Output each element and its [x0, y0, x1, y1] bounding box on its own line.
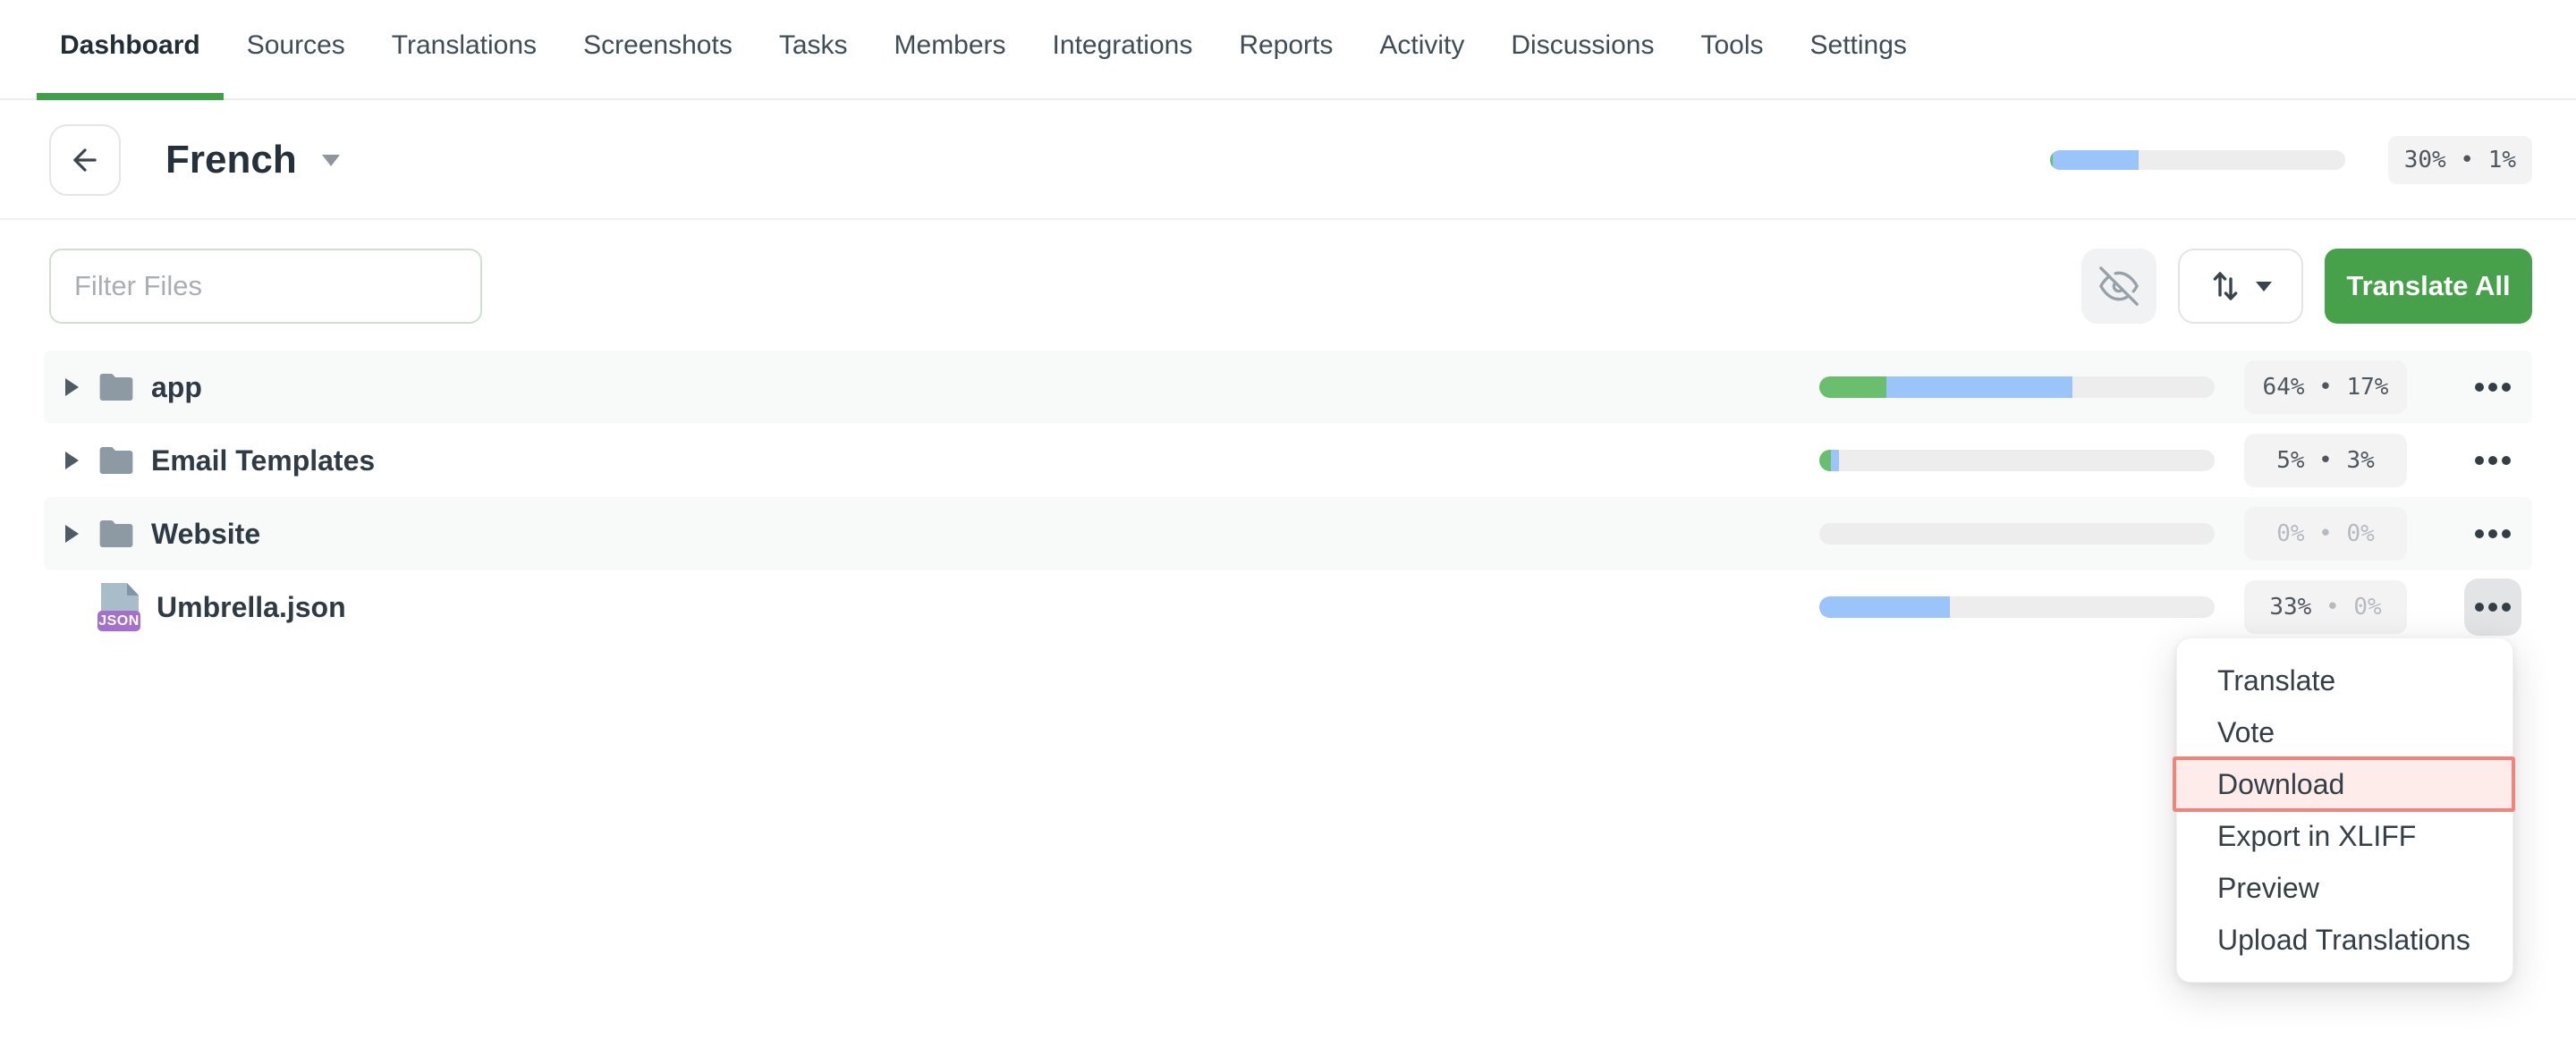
row-menu-button[interactable] — [2464, 505, 2521, 562]
badge-separator: • — [2305, 374, 2347, 401]
progress-translated-segment — [1831, 450, 1839, 471]
progress-approved-segment — [1819, 376, 1886, 398]
file-list: app 64% • 17% Email Templates — [44, 351, 2532, 644]
row-progress-badge: 0% • 0% — [2244, 507, 2407, 561]
file-name[interactable]: app — [151, 371, 202, 404]
folder-icon — [97, 371, 135, 403]
file-name[interactable]: Website — [151, 518, 260, 551]
row-menu-button[interactable] — [2464, 359, 2521, 416]
row-progress-bar — [1819, 523, 2215, 545]
files-toolbar: Translate All — [0, 222, 2576, 351]
folder-icon — [97, 518, 135, 550]
context-menu: TranslateVoteDownloadExport in XLIFFPrev… — [2176, 638, 2513, 983]
sort-arrows-icon — [2209, 268, 2241, 304]
badge-separator: • — [2305, 520, 2347, 547]
expand-caret-icon[interactable] — [65, 452, 79, 469]
menu-item-upload-translations[interactable]: Upload Translations — [2177, 914, 2512, 966]
ellipsis-icon — [2475, 603, 2484, 612]
row-right-group: 33% • 0% — [1819, 579, 2521, 636]
top-nav: DashboardSourcesTranslationsScreenshotsT… — [0, 0, 2576, 100]
translated-percent: 64% — [2263, 374, 2305, 401]
menu-item-download[interactable]: Download — [2173, 756, 2515, 812]
progress-translated-segment — [1886, 376, 2072, 398]
json-file-icon: JSON — [97, 583, 140, 631]
back-button[interactable] — [49, 124, 121, 196]
nav-item-activity[interactable]: Activity — [1356, 0, 1487, 100]
arrow-left-icon — [68, 143, 102, 177]
translate-all-button[interactable]: Translate All — [2325, 249, 2532, 324]
row-menu-button[interactable] — [2464, 579, 2521, 636]
chevron-down-icon[interactable] — [322, 155, 340, 166]
approved-percent: 1% — [2488, 147, 2516, 173]
menu-item-preview[interactable]: Preview — [2177, 862, 2512, 914]
row-progress-bar — [1819, 596, 2215, 618]
row-menu-button[interactable] — [2464, 432, 2521, 489]
ellipsis-icon — [2475, 456, 2484, 465]
main-nav-list: DashboardSourcesTranslationsScreenshotsT… — [0, 0, 2576, 100]
toggle-hidden-files-button[interactable] — [2081, 249, 2157, 324]
nav-item-members[interactable]: Members — [871, 0, 1030, 100]
file-row-app[interactable]: app 64% • 17% — [44, 351, 2532, 424]
approved-percent: 17% — [2346, 374, 2388, 401]
file-row-website[interactable]: Website 0% • 0% — [44, 497, 2532, 570]
folder-icon — [97, 444, 135, 477]
translated-percent: 33% — [2269, 594, 2311, 621]
nav-item-reports[interactable]: Reports — [1216, 0, 1356, 100]
menu-item-vote[interactable]: Vote — [2177, 706, 2512, 758]
nav-item-tools[interactable]: Tools — [1677, 0, 1786, 100]
nav-item-dashboard[interactable]: Dashboard — [37, 0, 224, 100]
row-right-group: 64% • 17% — [1819, 359, 2521, 416]
file-name[interactable]: Umbrella.json — [157, 591, 346, 624]
approved-percent: 0% — [2346, 520, 2374, 547]
nav-item-sources[interactable]: Sources — [224, 0, 369, 100]
chevron-down-icon — [2256, 282, 2272, 291]
file-name[interactable]: Email Templates — [151, 444, 375, 477]
progress-translated-segment — [2053, 150, 2139, 170]
eye-off-icon — [2099, 266, 2139, 306]
progress-approved-segment — [1819, 450, 1831, 471]
nav-item-settings[interactable]: Settings — [1787, 0, 1930, 100]
expand-caret-icon[interactable] — [65, 525, 79, 543]
ellipsis-icon — [2475, 529, 2484, 538]
approved-percent: 3% — [2346, 447, 2374, 474]
approved-percent: 0% — [2353, 594, 2381, 621]
ellipsis-icon — [2475, 383, 2484, 392]
json-file-type-label: JSON — [97, 611, 140, 631]
page-title: French — [165, 138, 297, 182]
translated-percent: 30% — [2404, 147, 2446, 173]
header-progress-badge: 30% • 1% — [2388, 136, 2532, 184]
nav-item-translations[interactable]: Translations — [369, 0, 560, 100]
header-progress-group: 30% • 1% — [2050, 136, 2532, 184]
nav-item-integrations[interactable]: Integrations — [1030, 0, 1216, 100]
expand-caret-icon[interactable] — [65, 378, 79, 396]
toolbar-actions: Translate All — [2081, 249, 2532, 324]
badge-separator: • — [2311, 594, 2353, 621]
nav-item-screenshots[interactable]: Screenshots — [560, 0, 756, 100]
row-right-group: 5% • 3% — [1819, 432, 2521, 489]
badge-separator: • — [2446, 147, 2488, 173]
file-row-email-templates[interactable]: Email Templates 5% • 3% — [44, 424, 2532, 497]
menu-item-translate[interactable]: Translate — [2177, 655, 2512, 706]
file-row-umbrella-json[interactable]: JSON Umbrella.json 33% • 0% — [44, 570, 2532, 644]
nav-item-tasks[interactable]: Tasks — [756, 0, 871, 100]
row-right-group: 0% • 0% — [1819, 505, 2521, 562]
header-progress-bar — [2050, 150, 2345, 170]
badge-separator: • — [2305, 447, 2347, 474]
nav-item-discussions[interactable]: Discussions — [1487, 0, 1677, 100]
row-progress-badge: 33% • 0% — [2244, 580, 2407, 634]
row-progress-bar — [1819, 450, 2215, 471]
menu-item-export-in-xliff[interactable]: Export in XLIFF — [2177, 810, 2512, 862]
row-progress-bar — [1819, 376, 2215, 398]
progress-translated-segment — [1819, 596, 1950, 618]
filter-files-input[interactable] — [49, 249, 482, 324]
row-progress-badge: 5% • 3% — [2244, 434, 2407, 487]
sort-button[interactable] — [2178, 249, 2303, 324]
translated-percent: 0% — [2276, 520, 2304, 547]
row-progress-badge: 64% • 17% — [2244, 360, 2407, 414]
translated-percent: 5% — [2276, 447, 2304, 474]
language-header: French 30% • 1% — [0, 102, 2576, 220]
